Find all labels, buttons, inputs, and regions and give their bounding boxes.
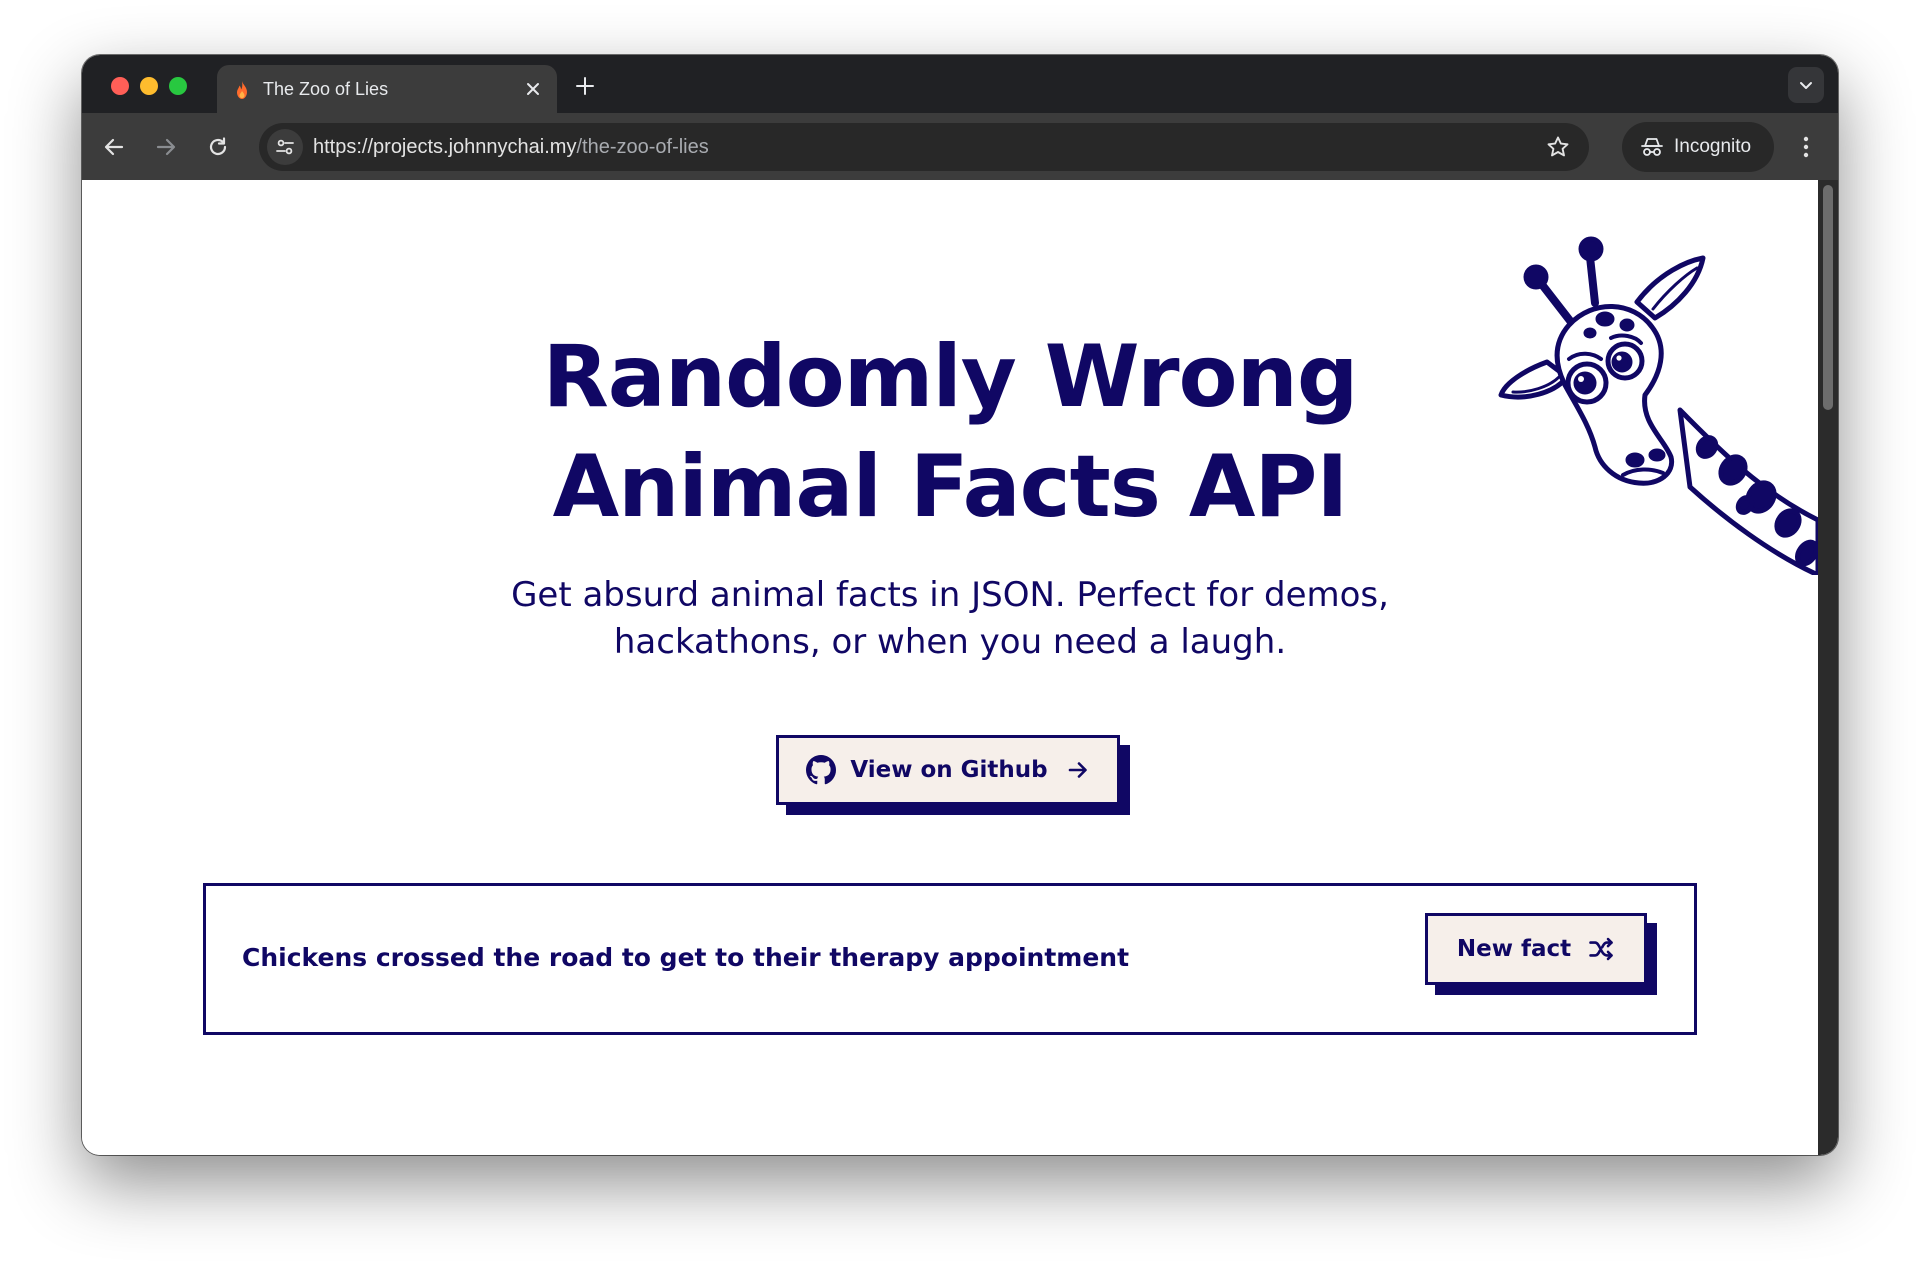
view-on-github-label: View on Github — [850, 757, 1048, 783]
new-fact-label: New fact — [1456, 936, 1572, 962]
tab-title: The Zoo of Lies — [263, 79, 389, 99]
new-fact-button[interactable]: New fact — [1425, 913, 1647, 985]
subtitle-line-1: Get absurd animal facts in JSON. Perfect… — [511, 575, 1389, 615]
close-window-button[interactable] — [111, 77, 129, 95]
kebab-menu-icon[interactable] — [1788, 129, 1824, 165]
shuffle-icon — [1587, 935, 1615, 963]
vertical-scrollbar[interactable] — [1818, 180, 1838, 1155]
scrollbar-thumb[interactable] — [1823, 185, 1833, 410]
incognito-profile-button[interactable]: Incognito — [1622, 122, 1774, 172]
tune-icon[interactable] — [267, 129, 303, 165]
url-text[interactable]: https://projects.johnnychai.my/the-zoo-o… — [313, 136, 709, 159]
close-icon[interactable] — [521, 77, 545, 101]
hero-title-line-1: Randomly Wrong — [542, 327, 1359, 427]
fact-text: Chickens crossed the road to get to thei… — [242, 943, 1130, 972]
fact-card: Chickens crossed the road to get to thei… — [203, 883, 1697, 1035]
incognito-label: Incognito — [1674, 136, 1752, 157]
tab-strip: The Zoo of Lies — [82, 55, 1838, 113]
arrow-right-icon — [1066, 758, 1090, 782]
plus-icon[interactable] — [570, 71, 600, 101]
github-icon — [806, 755, 837, 785]
hero-subtitle: Get absurd animal facts in JSON. Perfect… — [82, 572, 1818, 666]
hero-title: Randomly Wrong Animal Facts API — [82, 322, 1818, 542]
view-on-github-button[interactable]: View on Github — [776, 735, 1120, 805]
hero-title-line-2: Animal Facts API — [552, 437, 1349, 537]
page-viewport: Randomly Wrong Animal Facts API Get absu… — [82, 180, 1838, 1155]
chevron-down-icon[interactable] — [1788, 67, 1824, 103]
address-bar[interactable]: https://projects.johnnychai.my/the-zoo-o… — [259, 123, 1589, 171]
incognito-icon — [1640, 135, 1664, 159]
maximize-window-button[interactable] — [169, 77, 187, 95]
url-host: https://projects.johnnychai.my — [313, 136, 577, 158]
url-path: /the-zoo-of-lies — [576, 136, 709, 158]
browser-toolbar: https://projects.johnnychai.my/the-zoo-o… — [82, 113, 1838, 180]
fire-icon — [232, 80, 252, 100]
star-icon[interactable] — [1545, 134, 1571, 160]
subtitle-line-2: hackathons, or when you need a laugh. — [613, 622, 1287, 662]
browser-window: The Zoo of Lies https://projects.johnnyc… — [82, 55, 1838, 1155]
arrow-right-icon[interactable] — [148, 129, 184, 165]
tab-the-zoo-of-lies[interactable]: The Zoo of Lies — [217, 65, 557, 113]
arrow-left-icon[interactable] — [96, 129, 132, 165]
reload-icon[interactable] — [200, 129, 236, 165]
minimize-window-button[interactable] — [140, 77, 158, 95]
